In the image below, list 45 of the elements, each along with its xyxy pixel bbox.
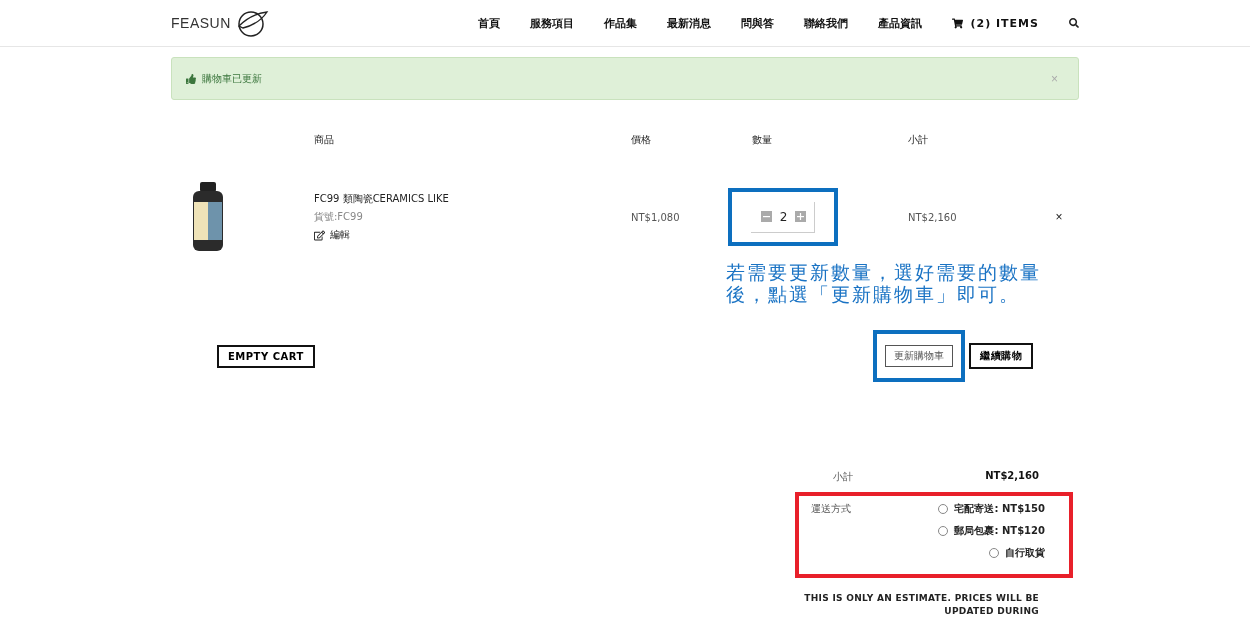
edit-icon <box>314 229 325 241</box>
radio-button[interactable] <box>938 504 949 514</box>
update-cart-button[interactable]: 更新購物車 <box>885 345 953 367</box>
estimate-note: THIS IS ONLY AN ESTIMATE. PRICES WILL BE UPDATED DURING <box>803 592 1040 618</box>
subtotal-value: NT$2,160 <box>985 470 1039 483</box>
empty-cart-button[interactable]: EMPTY CART <box>217 344 315 368</box>
radio-button[interactable] <box>938 526 949 536</box>
edit-link[interactable]: 編輯 <box>314 228 631 242</box>
annotation-text: 若需要更新數量，選好需要的數量後，點選「更新購物車」即可。 <box>726 261 1042 305</box>
subtotal-label: 小計 <box>833 470 853 484</box>
minus-button[interactable] <box>760 211 772 222</box>
shipping-option[interactable]: 自行取貨 <box>989 546 1045 560</box>
nav-link[interactable]: 首頁 <box>478 15 501 31</box>
logo[interactable]: FEASUN <box>171 8 269 38</box>
nav-link[interactable]: 最新消息 <box>667 15 712 31</box>
plus-icon <box>797 213 805 220</box>
shipping-label: 運送方式 <box>811 502 851 516</box>
shipping-option[interactable]: 宅配寄送: NT$150 <box>938 502 1045 516</box>
plus-button[interactable] <box>795 211 807 222</box>
product-sku: 貨號:FC99 <box>314 210 364 224</box>
minus-icon <box>762 213 770 220</box>
quantity-value[interactable]: 2 <box>779 209 788 224</box>
shipping-option[interactable]: 郵局包裹: NT$120 <box>938 524 1045 538</box>
cart-link[interactable]: (2) ITEMS <box>952 16 1039 30</box>
cart-icon <box>952 17 964 29</box>
product-name[interactable]: FC99 類陶瓷CERAMICS LIKE <box>314 192 631 206</box>
remove-button[interactable]: × <box>1039 209 1079 225</box>
column-header: 小計 <box>908 133 929 147</box>
radio-button[interactable] <box>989 548 999 558</box>
thumbs-up-icon <box>186 73 196 84</box>
column-header: 商品 <box>314 133 335 147</box>
price-cell-text: NT$1,080 <box>631 211 681 223</box>
nav-link[interactable]: 產品資訊 <box>878 15 923 31</box>
continue-shopping-button[interactable]: 繼續購物 <box>969 343 1033 369</box>
nav-link[interactable]: 作品集 <box>604 15 638 31</box>
nav-link[interactable]: 聯絡我們 <box>804 15 849 31</box>
logo-text: FEASUN <box>171 15 231 31</box>
nav-link[interactable]: 問與答 <box>741 15 775 31</box>
column-header: 數量 <box>752 133 773 147</box>
subtotal-cell-text: NT$2,160 <box>908 211 958 223</box>
column-header: 價格 <box>631 133 652 147</box>
bottle-image <box>191 182 225 252</box>
nav-link[interactable]: 服務項目 <box>530 15 575 31</box>
alert-message: 購物車已更新 <box>202 71 262 86</box>
search-icon[interactable] <box>1069 18 1079 28</box>
